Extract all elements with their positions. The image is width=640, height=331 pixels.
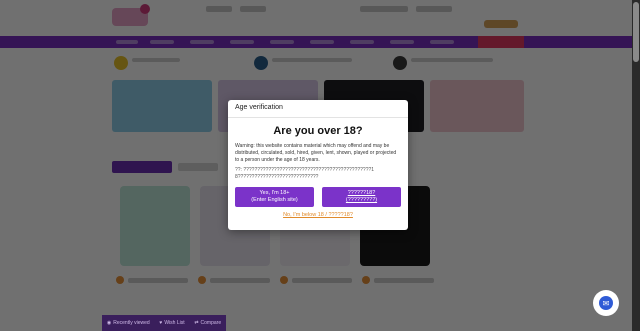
- wish-list-label: Wish List: [164, 320, 185, 326]
- compare-icon: ⇄: [194, 320, 199, 326]
- heart-icon: ♥: [159, 320, 163, 326]
- wish-list-button[interactable]: ♥ Wish List: [159, 320, 184, 326]
- page-scrollbar[interactable]: [632, 0, 640, 331]
- compare-button[interactable]: ⇄ Compare: [194, 320, 221, 326]
- modal-title: Are you over 18?: [273, 125, 363, 137]
- button-label: ??????18?: [347, 190, 376, 196]
- chat-button[interactable]: ✉: [593, 290, 619, 316]
- modal-header: Age verification: [228, 100, 408, 118]
- compare-label: Compare: [200, 320, 222, 326]
- warning-text: Warning: this website contains material …: [235, 143, 397, 163]
- recently-viewed-label: Recently viewed: [113, 320, 150, 326]
- bottom-toolbar: ◉ Recently viewed ♥ Wish List ⇄ Compare: [102, 315, 226, 331]
- eye-icon: ◉: [106, 320, 112, 326]
- button-sublabel: (Enter English site): [251, 197, 298, 203]
- button-row: Yes, I'm 18+ (Enter English site) ??????…: [235, 187, 401, 207]
- recently-viewed-button[interactable]: ◉ Recently viewed: [107, 320, 150, 326]
- button-sublabel: (?????????): [345, 197, 378, 203]
- warning-text-alt: ??: ????????????????????????????????????…: [235, 167, 375, 180]
- age-verification-modal: Age verification Are you over 18? Warnin…: [228, 100, 408, 230]
- under-18-link[interactable]: No, I'm below 18 / ?????18?: [235, 212, 401, 218]
- modal-body: Are you over 18? Warning: this website c…: [228, 118, 408, 223]
- scrollbar-thumb[interactable]: [633, 2, 639, 62]
- enter-english-site-button[interactable]: Yes, I'm 18+ (Enter English site): [235, 187, 314, 207]
- button-label: Yes, I'm 18+: [259, 190, 290, 196]
- enter-alt-site-button[interactable]: ??????18? (?????????): [322, 187, 401, 207]
- chat-icon: ✉: [599, 296, 613, 310]
